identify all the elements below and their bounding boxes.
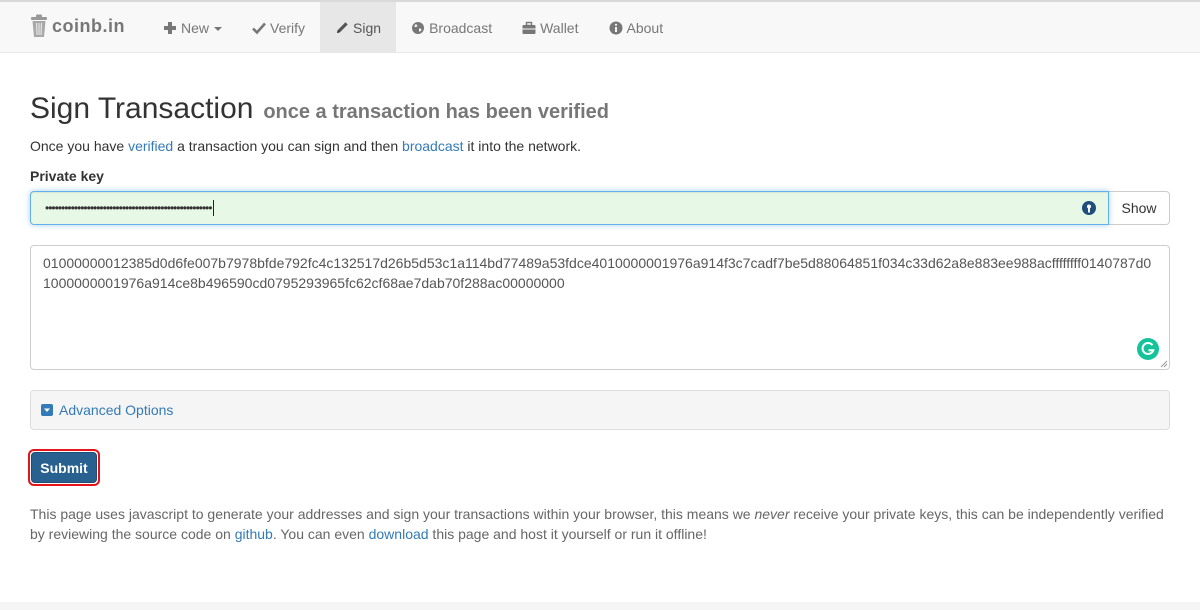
footer-p1: This page uses javascript to generate yo… <box>30 506 755 522</box>
checkmark-icon <box>252 22 266 34</box>
submit-highlight: Submit <box>28 449 100 486</box>
intro-after: it into the network. <box>463 138 582 154</box>
pencil-icon <box>337 21 348 33</box>
nav-wallet[interactable]: Wallet <box>507 2 593 53</box>
nav-about-label: About <box>626 19 664 36</box>
page-title: Sign Transaction once a transaction has … <box>30 92 609 126</box>
top-navbar: coinb.in New Verify Sign Broadcast Walle… <box>0 0 1200 53</box>
submit-button[interactable]: Submit <box>31 452 97 483</box>
nav-sign-label: Sign <box>353 19 382 36</box>
footer-never: never <box>754 506 790 522</box>
transaction-hex-textarea[interactable]: 01000000012385d0d6fe007b7978bfde792fc4c1… <box>30 245 1170 370</box>
footer-p4: this page and host it yourself or run it… <box>428 526 707 542</box>
broadcast-link[interactable]: broadcast <box>402 138 463 154</box>
page-title-main: Sign Transaction <box>30 92 254 125</box>
private-key-label: Private key <box>30 168 104 184</box>
password-manager-icon[interactable] <box>1082 201 1096 215</box>
nav-broadcast-label: Broadcast <box>429 19 493 36</box>
intro-middle: a transaction you can sign and then <box>173 138 403 154</box>
private-key-group: ••••••••••••••••••••••••••••••••••••••••… <box>30 191 1170 225</box>
brand-link[interactable]: coinb.in <box>30 11 125 41</box>
nav-sign[interactable]: Sign <box>320 2 397 53</box>
private-key-input[interactable]: ••••••••••••••••••••••••••••••••••••••••… <box>30 191 1109 225</box>
nav-new[interactable]: New <box>148 2 237 53</box>
advanced-options-label: Advanced Options <box>59 402 174 418</box>
main-nav: New Verify Sign Broadcast Wallet About <box>148 2 678 53</box>
nav-broadcast[interactable]: Broadcast <box>396 2 507 53</box>
footer-p3: . You can even <box>272 526 369 542</box>
footer-text: This page uses javascript to generate yo… <box>30 504 1170 544</box>
brand-name: coinb.in <box>52 15 125 36</box>
nav-new-label: New <box>181 19 210 36</box>
plus-icon <box>164 21 176 34</box>
private-key-value: ••••••••••••••••••••••••••••••••••••••••… <box>45 201 212 215</box>
nav-about[interactable]: About <box>594 2 679 53</box>
briefcase-icon <box>522 21 536 34</box>
chevron-down-square-icon <box>41 404 53 416</box>
grammarly-icon[interactable] <box>1137 338 1159 360</box>
advanced-options-toggle[interactable]: Advanced Options <box>30 390 1170 430</box>
globe-icon <box>412 21 425 34</box>
verified-link[interactable]: verified <box>128 138 173 154</box>
page-subtitle: once a transaction has been verified <box>263 101 609 123</box>
intro-before: Once you have <box>30 138 129 154</box>
trash-bin-logo-icon <box>31 14 47 37</box>
text-cursor <box>213 200 215 216</box>
info-circle-icon <box>609 21 622 34</box>
bottom-bar <box>0 602 1200 610</box>
transaction-hex-value: 01000000012385d0d6fe007b7978bfde792fc4c1… <box>43 255 1152 291</box>
nav-wallet-label: Wallet <box>540 19 579 36</box>
nav-verify[interactable]: Verify <box>237 2 320 53</box>
download-link[interactable]: download <box>369 526 429 542</box>
nav-verify-label: Verify <box>270 19 306 36</box>
github-link[interactable]: github <box>235 526 273 542</box>
show-key-button[interactable]: Show <box>1109 191 1170 225</box>
caret-down-icon <box>214 26 223 31</box>
intro-text: Once you have verified a transaction you… <box>30 138 581 154</box>
resize-handle-icon[interactable] <box>1158 358 1168 368</box>
